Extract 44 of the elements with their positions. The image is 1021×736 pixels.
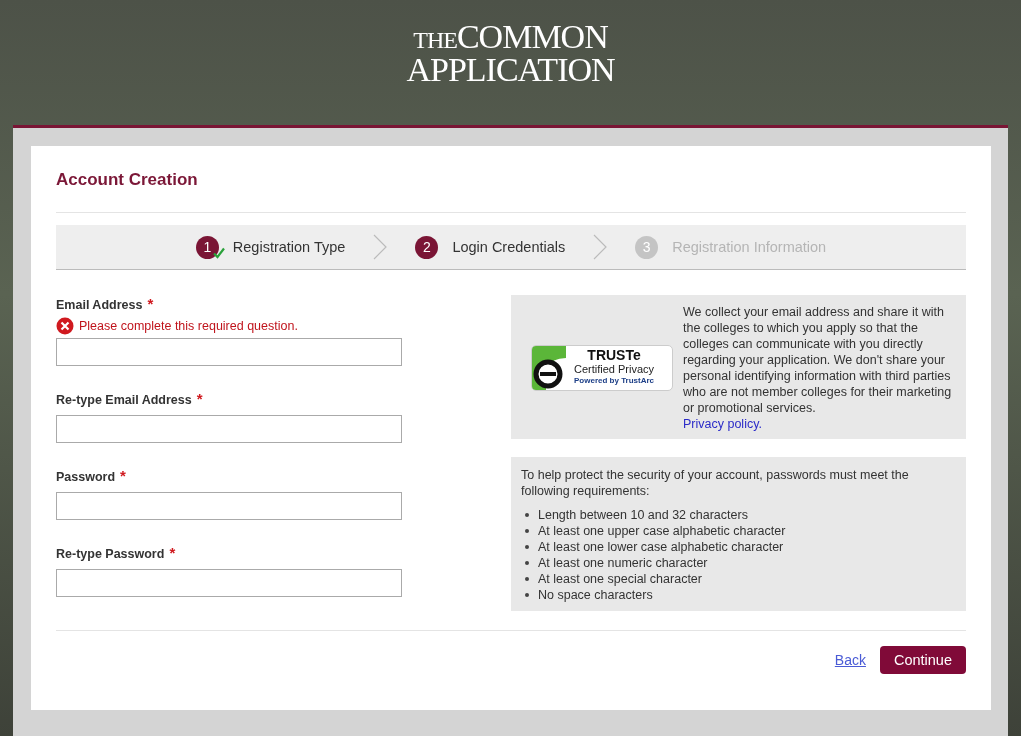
requirement-item: At least one special character	[538, 571, 702, 587]
required-mark: *	[169, 544, 176, 561]
error-icon	[56, 317, 74, 335]
requirement-item: At least one numeric character	[538, 555, 708, 571]
bullet-icon	[525, 545, 529, 549]
bullet-icon	[525, 593, 529, 597]
requirement-item: No space characters	[538, 587, 653, 603]
page-title: Account Creation	[56, 170, 199, 191]
input-field[interactable]	[56, 415, 402, 443]
input-field[interactable]	[56, 492, 402, 520]
chevron-icon	[593, 234, 608, 260]
bullet-icon	[525, 561, 529, 565]
required-mark: *	[120, 467, 126, 484]
check-icon	[212, 246, 225, 259]
badge-caption: Powered by TrustArc	[574, 375, 655, 387]
back-link[interactable]: Back	[834, 652, 866, 668]
chevron-icon	[373, 234, 388, 260]
field-label: Re-type Password	[56, 547, 165, 561]
requirement-item: At least one lower case alphabetic character	[538, 539, 784, 555]
badge-title: TRUSTe	[587, 348, 641, 363]
requirement-item: Length between 10 and 32 characters	[538, 507, 748, 523]
logo: THECOMMON APPLICATION	[405, 22, 616, 90]
step-number: 3	[635, 235, 659, 259]
field-label: Email Address	[56, 298, 143, 312]
privacy-text: We collect your email address and share it with the colleges to which you apply so that the colleges can communicate with you directly regarding your application. We don't share your personal identifying information with third parties who are not member colleges for their marketing or promotional services.	[683, 304, 953, 416]
required-mark: *	[196, 390, 203, 407]
field-label: Password	[56, 470, 116, 484]
privacy-link[interactable]: Privacy policy.	[683, 416, 762, 432]
field-label: Re-type Email Address	[56, 393, 192, 407]
bullet-icon	[525, 577, 529, 581]
step-label: Login Credentials	[452, 239, 566, 255]
input-field[interactable]	[56, 338, 402, 366]
step-number: 2	[415, 235, 439, 259]
bullet-icon	[525, 513, 529, 517]
requirements-text: To help protect the security of your account, passwords must meet the following requirements:	[521, 467, 910, 499]
bullet-icon	[525, 529, 529, 533]
required-mark: *	[147, 295, 154, 312]
step-label: Registration Type	[232, 239, 346, 255]
badge-subtitle: Certified Privacy	[574, 363, 655, 375]
error-message: Please complete this required question.	[79, 319, 298, 333]
input-field[interactable]	[56, 569, 402, 597]
requirement-item: At least one upper case alphabetic character	[538, 523, 786, 539]
step-label: Registration Information	[672, 239, 827, 255]
continue-button[interactable]: Continue	[879, 646, 966, 674]
